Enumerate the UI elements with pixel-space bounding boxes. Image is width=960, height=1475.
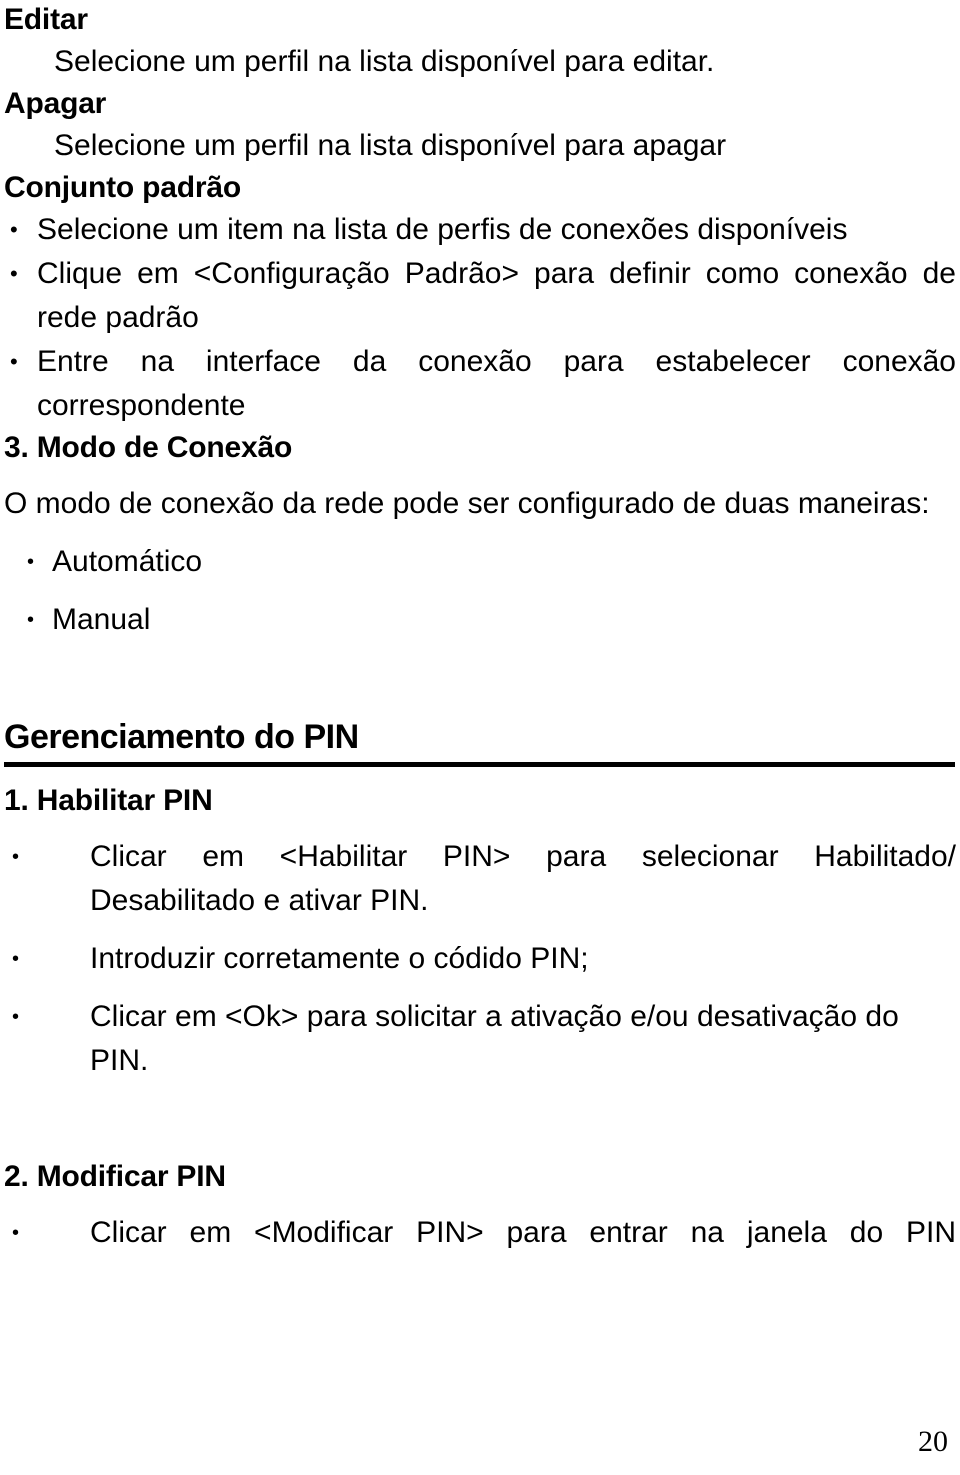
- bullet-icon: •: [10, 217, 18, 242]
- document-page: Editar Selecione um perfil na lista disp…: [0, 0, 960, 1475]
- list-item-label: Entre na interface da conexão para estab…: [37, 345, 956, 422]
- bullet-icon: •: [12, 1006, 20, 1028]
- section-body-editar: Selecione um perfil na lista disponível …: [54, 45, 715, 78]
- list-item-automatico: • Automático: [4, 540, 956, 584]
- list-item: • Selecione um item na lista de perfis d…: [4, 208, 956, 252]
- section-heading-modo-de-conexao: 3. Modo de Conexão: [4, 431, 293, 464]
- bullet-icon: •: [27, 609, 35, 631]
- bullet-icon: •: [12, 846, 20, 868]
- page-number: 20: [918, 1425, 948, 1458]
- list-item-label: Clique em <Configuração Padrão> para def…: [37, 257, 956, 334]
- list-item-label: Introduzir corretamente o códido PIN;: [90, 942, 589, 975]
- list-item: • Introduzir corretamente o códido PIN;: [4, 937, 956, 981]
- list-item: • Entre na interface da conexão para est…: [4, 340, 956, 428]
- list-item-label: Clicar em <Ok> para solicitar a ativação…: [90, 1000, 899, 1077]
- list-item-manual: • Manual: [4, 598, 956, 642]
- list-item: • Clicar em <Habilitar PIN> para selecio…: [4, 835, 956, 923]
- bullet-icon: •: [12, 948, 20, 970]
- section-body-apagar: Selecione um perfil na lista disponível …: [54, 129, 727, 162]
- section-heading-modificar-pin: 2. Modificar PIN: [4, 1160, 226, 1193]
- section-heading-conjunto-padrao: Conjunto padrão: [4, 171, 241, 204]
- bullet-icon: •: [10, 261, 18, 286]
- list-item: • Clicar em <Modificar PIN> para entrar …: [4, 1211, 956, 1299]
- list-item: • Clicar em <Ok> para solicitar a ativaç…: [4, 995, 956, 1083]
- list-item-label: Clicar em <Modificar PIN> para entrar na…: [90, 1216, 956, 1249]
- modo-de-conexao-intro: O modo de conexão da rede pode ser confi…: [4, 487, 930, 520]
- list-item-label: Selecione um item na lista de perfis de …: [37, 213, 848, 246]
- list-item: • Clique em <Configuração Padrão> para d…: [4, 252, 956, 340]
- bullet-icon: •: [27, 551, 35, 573]
- section-heading-apagar: Apagar: [4, 87, 107, 120]
- bullet-icon: •: [12, 1222, 20, 1244]
- section-heading-editar: Editar: [4, 3, 88, 36]
- list-item-label: Manual: [52, 603, 151, 636]
- list-item-label: Automático: [52, 545, 203, 578]
- bullet-icon: •: [10, 349, 18, 374]
- page-title: Gerenciamento do PIN: [4, 716, 955, 767]
- list-item-label: Clicar em <Habilitar PIN> para seleciona…: [90, 840, 956, 917]
- section-heading-habilitar-pin: 1. Habilitar PIN: [4, 784, 213, 817]
